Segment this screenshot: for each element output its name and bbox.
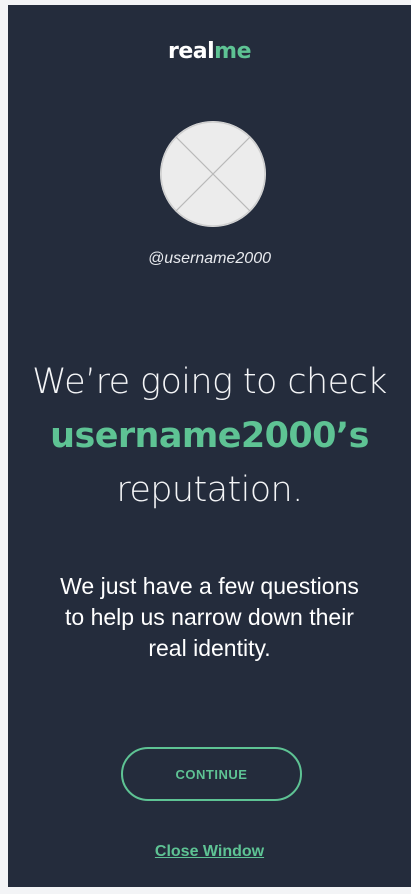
logo-text-me: me [214, 39, 252, 64]
continue-button[interactable]: CONTINUE [121, 747, 302, 801]
headline: We’re going to check username2000’s repu… [8, 355, 411, 517]
username-handle: @username2000 [148, 250, 271, 267]
realme-logo: realme [8, 39, 411, 64]
headline-line-1: We’re going to check [32, 362, 387, 402]
dialog-panel: realme @username2000 We’re going to chec… [8, 5, 411, 887]
logo-text-real: real [167, 39, 215, 64]
avatar-placeholder-icon [160, 121, 266, 227]
headline-line-3: reputation. [116, 470, 303, 510]
subtext: We just have a few questions to help us … [60, 573, 359, 661]
headline-username: username2000’s [50, 416, 369, 456]
close-window-link[interactable]: Close Window [8, 843, 411, 861]
